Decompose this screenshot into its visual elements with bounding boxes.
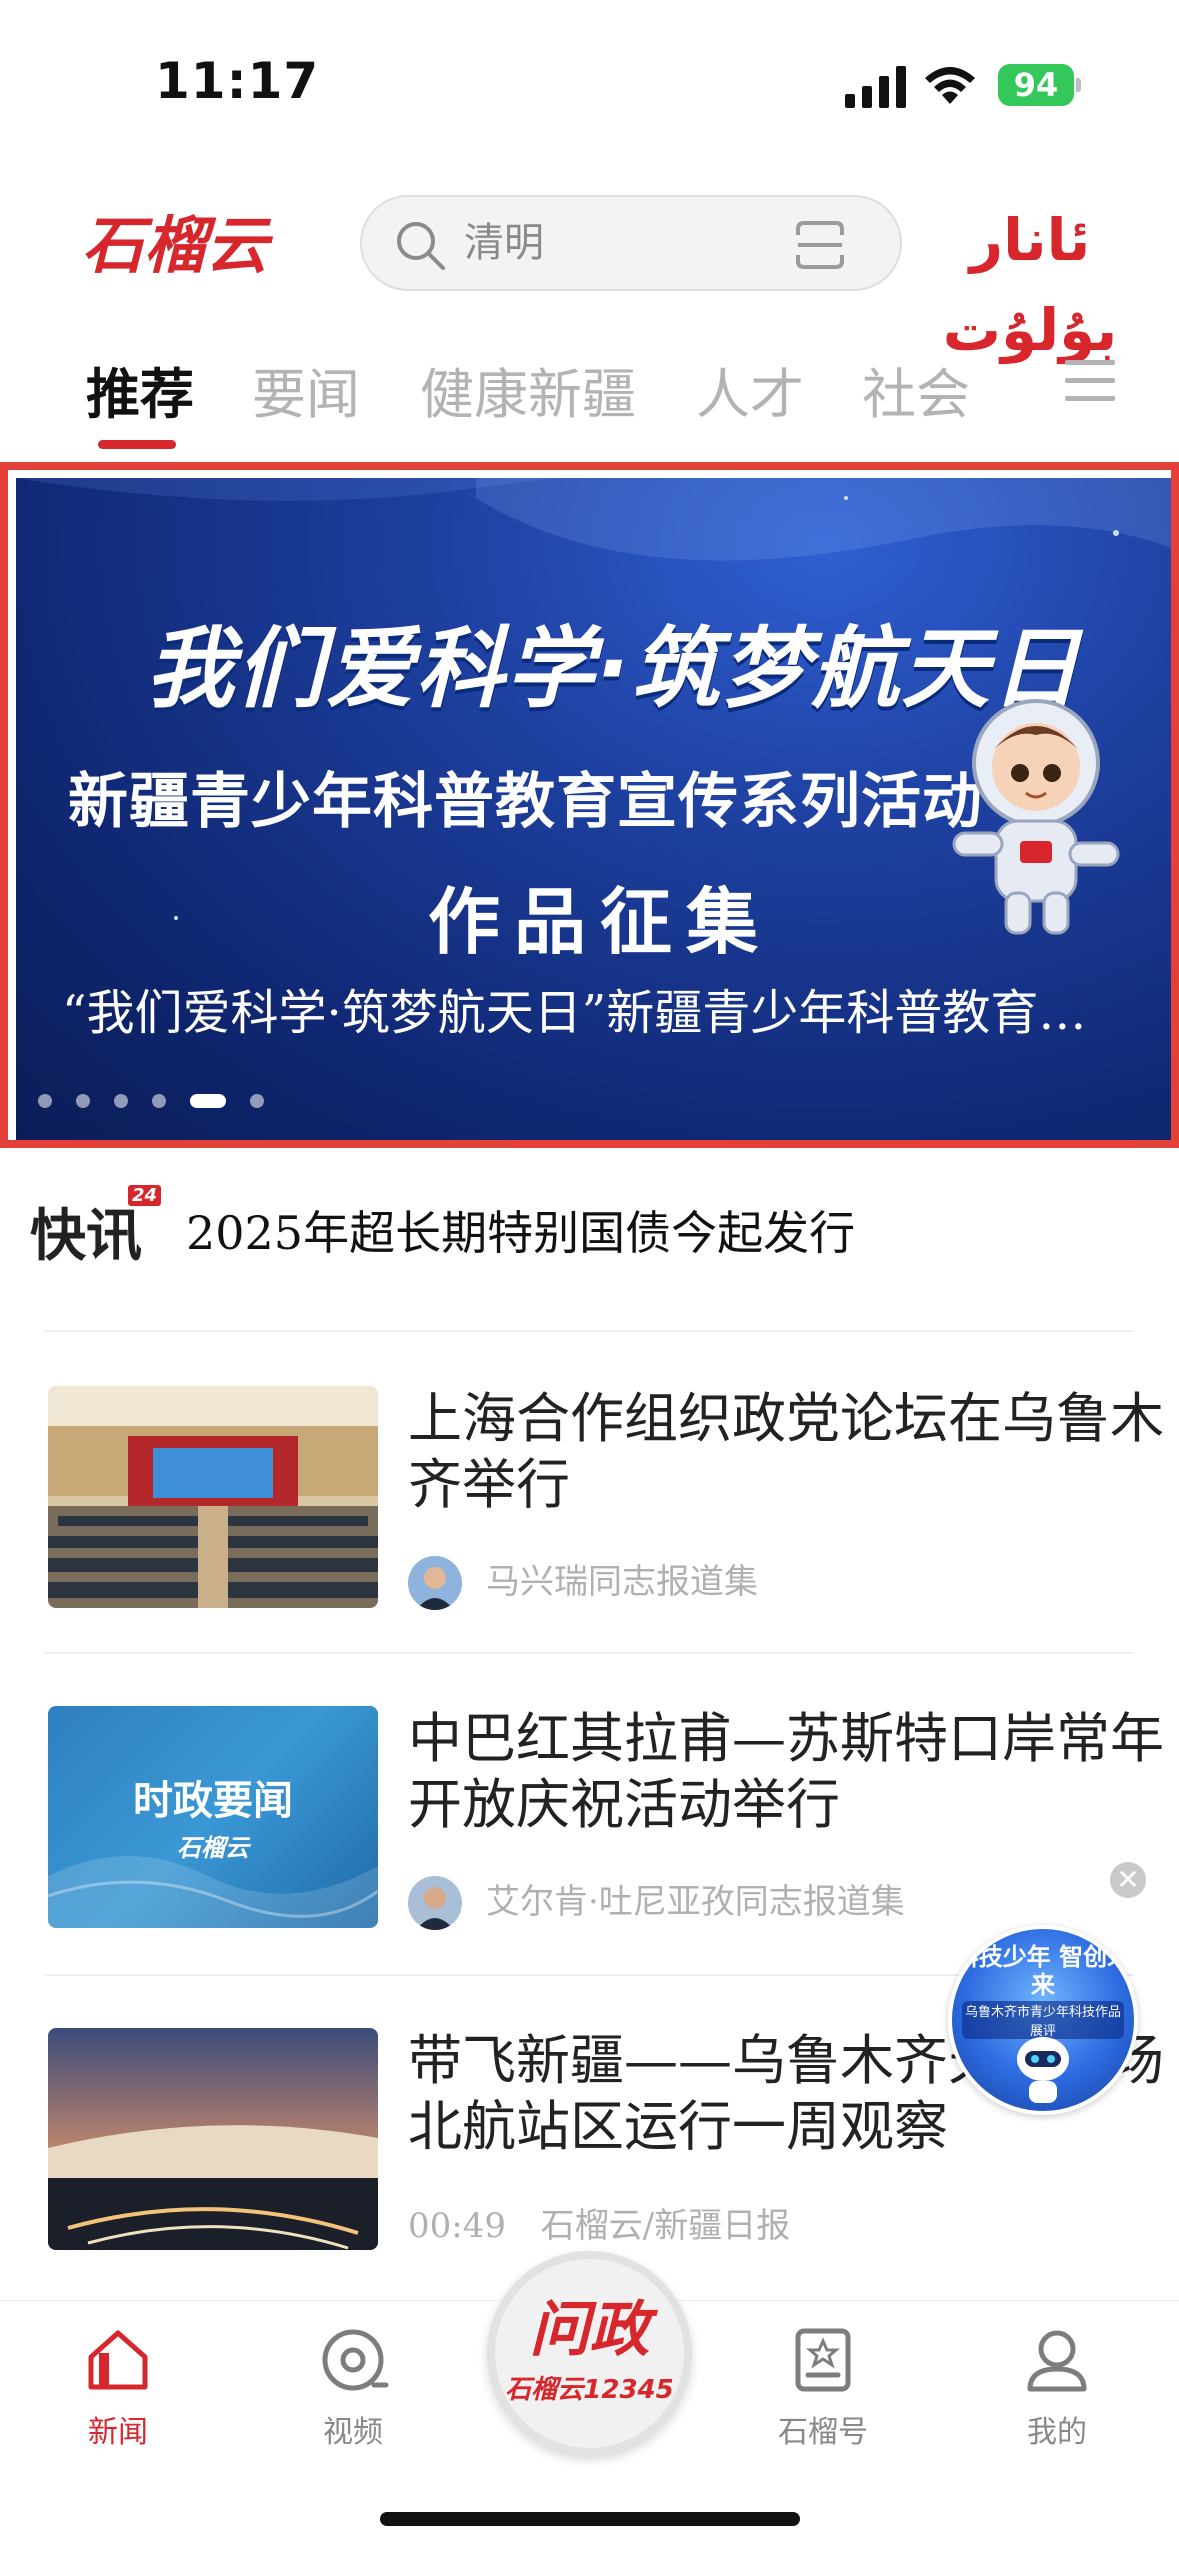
news-item[interactable]: 时政要闻 石榴云 中巴红其拉甫—苏斯特口岸常年开放庆祝活动举行 艾尔肯·吐尼亚孜…	[48, 1706, 1164, 1946]
flash-news-text[interactable]: 2025年超长期特别国债今起发行	[186, 1197, 855, 1263]
carousel-dot[interactable]	[76, 1094, 90, 1108]
tab-society[interactable]: 社会	[862, 350, 970, 429]
carousel-dot[interactable]	[152, 1094, 166, 1108]
carousel-dot[interactable]	[38, 1094, 52, 1108]
robot-icon	[1017, 2037, 1069, 2103]
video-duration: 00:49	[408, 2206, 506, 2246]
home-indicator[interactable]	[380, 2512, 800, 2526]
airport-night-photo	[48, 2028, 378, 2250]
status-bar: 11:17 94	[0, 0, 1179, 150]
badge-book-icon	[795, 2328, 851, 2392]
profile-icon	[1027, 2330, 1087, 2392]
status-time: 11:17	[155, 52, 320, 110]
banner-subtitle-2: 作品征集	[428, 880, 773, 964]
wifi-icon	[925, 67, 975, 104]
video-icon	[322, 2329, 389, 2391]
news-headline[interactable]: 上海合作组织政党论坛在乌鲁木齐举行	[408, 1386, 1168, 1518]
app-logo[interactable]: 石榴云	[82, 195, 277, 290]
news-source[interactable]: 石榴云/新疆日报	[541, 2206, 790, 2246]
battery-tip	[1076, 78, 1081, 92]
promo-close-button[interactable]: ✕	[1110, 1862, 1146, 1898]
astronaut-illustration	[952, 699, 1120, 935]
flash-badge-kuai: 快	[30, 1204, 86, 1269]
nav-label: 我的	[1027, 2415, 1087, 2450]
divider	[44, 1652, 1134, 1654]
tab-recommend[interactable]: 推荐	[86, 350, 194, 429]
uyghur-language-link[interactable]: ئانار بۇلۇت	[930, 195, 1130, 364]
channel-menu-icon[interactable]	[1063, 354, 1117, 408]
carousel-dot[interactable]	[250, 1094, 264, 1108]
banner-carousel[interactable]: 我们爱科学·筑梦航天日 新疆青少年科普教育宣传系列活动 作品征集 “我们爱科学·…	[16, 478, 1171, 1140]
nav-label: 石榴号	[778, 2415, 868, 2450]
app-logo-text: 石榴云	[82, 209, 269, 282]
category-tabs: 推荐 要闻 健康新疆 人才 社会	[0, 340, 1179, 450]
news-headline[interactable]: 中巴红其拉甫—苏斯特口岸常年开放庆祝活动举行	[408, 1706, 1168, 1838]
flash-badge-xun: 讯	[86, 1204, 142, 1269]
tab-health-xinjiang[interactable]: 健康新疆	[420, 350, 636, 429]
flash-news-bar[interactable]: 快讯 24 2025年超长期特别国债今起发行	[30, 1185, 1150, 1285]
wenzheng-title: 问政	[529, 2295, 650, 2365]
thumb-title: 时政要闻	[133, 1778, 293, 1824]
nav-label: 新闻	[88, 2415, 148, 2450]
flash-badge-24-tag: 24	[128, 1185, 162, 1206]
news-thumbnail[interactable]	[48, 2028, 378, 2250]
nav-profile[interactable]: 我的	[982, 2323, 1132, 2483]
news-thumbnail[interactable]: 时政要闻 石榴云	[48, 1706, 378, 1928]
news-thumbnail[interactable]	[48, 1386, 378, 1608]
news-source[interactable]: 马兴瑞同志报道集	[486, 1554, 758, 1610]
news-item[interactable]: 上海合作组织政党论坛在乌鲁木齐举行 马兴瑞同志报道集	[48, 1386, 1164, 1626]
cellular-signal-icon	[845, 66, 906, 108]
news-meta: 00:49 石榴云/新疆日报	[408, 2198, 790, 2254]
scan-icon[interactable]	[794, 219, 846, 271]
conference-hall-photo	[48, 1386, 378, 1608]
nav-video[interactable]: 视频	[278, 2323, 428, 2483]
avatar	[408, 1556, 462, 1610]
tab-headlines[interactable]: 要闻	[252, 350, 360, 429]
home-icon	[88, 2330, 148, 2390]
carousel-dot-active[interactable]	[190, 1094, 226, 1108]
search-placeholder: 清明	[464, 220, 544, 266]
active-tab-indicator	[98, 440, 176, 449]
avatar	[408, 1876, 462, 1930]
nav-news[interactable]: 新闻	[43, 2323, 193, 2483]
nav-label: 视频	[323, 2415, 383, 2450]
thumb-logo: 石榴云	[177, 1834, 249, 1862]
divider	[44, 1330, 1134, 1332]
search-bar[interactable]: 清明	[360, 195, 902, 291]
flash-news-badge: 快讯 24	[30, 1185, 162, 1272]
news-source[interactable]: 艾尔肯·吐尼亚孜同志报道集	[486, 1874, 905, 1930]
banner-subtitle: 新疆青少年科普教育宣传系列活动	[68, 767, 983, 837]
tab-talent[interactable]: 人才	[696, 350, 804, 429]
floating-promo-badge[interactable]: 科技少年 智创未来 乌鲁木齐市青少年科技作品展评	[948, 1925, 1138, 2115]
banner-carousel-frame: 我们爱科学·筑梦航天日 新疆青少年科普教育宣传系列活动 作品征集 “我们爱科学·…	[0, 462, 1179, 1148]
search-icon	[397, 222, 445, 270]
banner-caption: “我们爱科学·筑梦航天日”新疆青少年科普教育…	[62, 985, 1087, 1041]
wenzheng-subtitle: 石榴云12345	[505, 2375, 674, 2405]
carousel-dot[interactable]	[114, 1094, 128, 1108]
battery-indicator: 94	[998, 64, 1074, 106]
wenzheng-button[interactable]: 问政 石榴云12345	[487, 2251, 692, 2456]
promo-title: 科技少年 智创未来	[954, 1943, 1132, 1999]
nav-shiliuhao[interactable]: 石榴号	[748, 2323, 898, 2483]
